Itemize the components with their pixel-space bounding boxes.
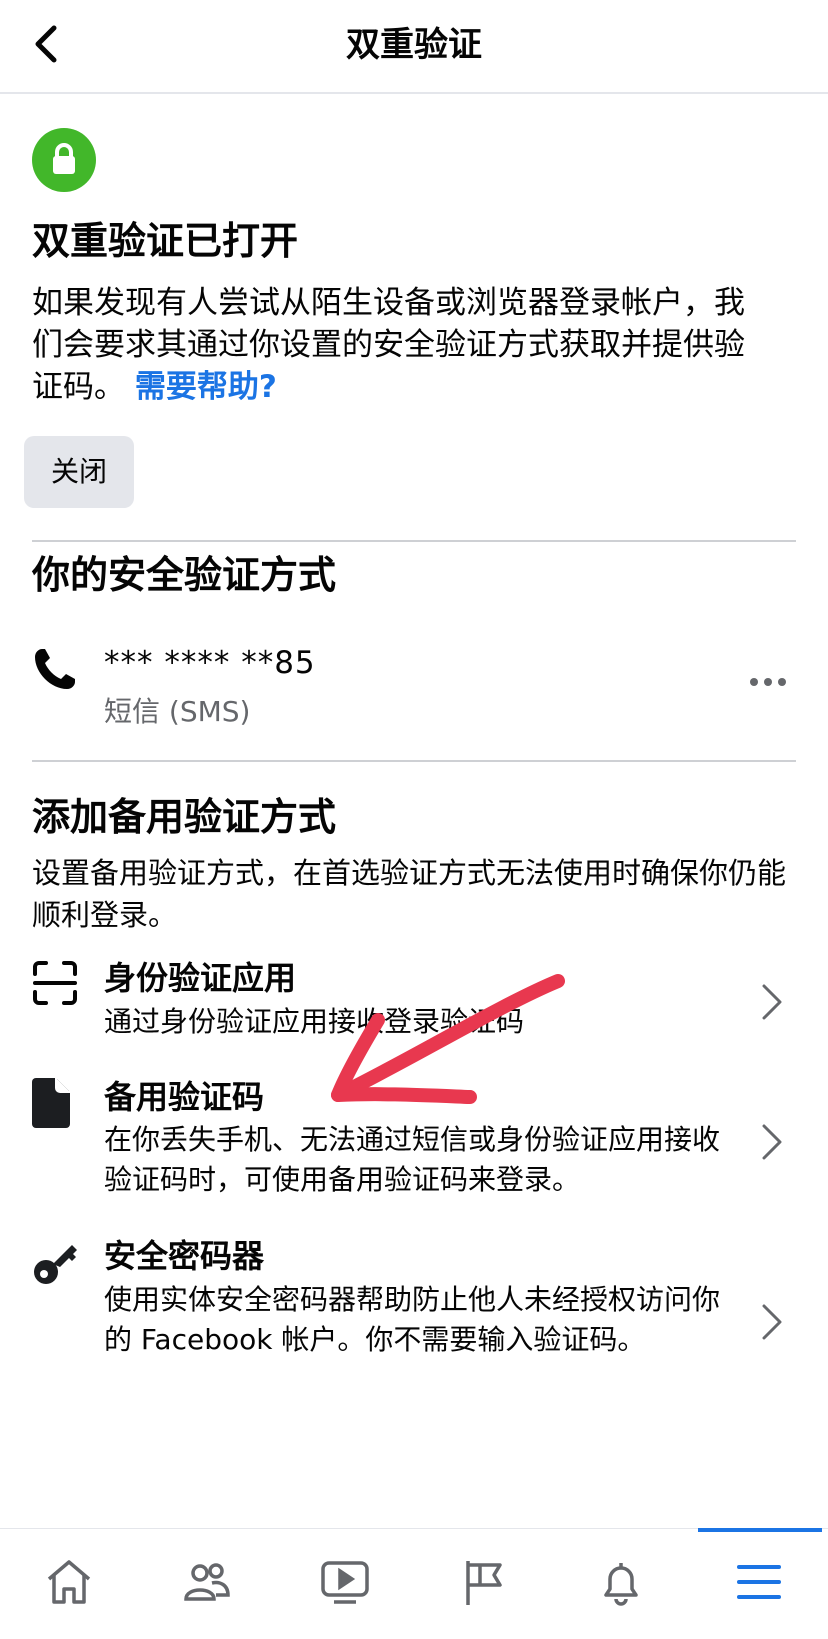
backup-heading: 添加备用验证方式: [32, 795, 337, 839]
option-title: 身份验证应用: [104, 959, 297, 997]
phone-icon: [32, 646, 78, 696]
chevron-right-icon: [762, 1304, 782, 1340]
lock-icon: [53, 143, 75, 174]
help-link[interactable]: 需要帮助?: [135, 369, 277, 405]
divider: [32, 540, 796, 542]
tab-pages[interactable]: [414, 1529, 552, 1639]
tab-home[interactable]: [0, 1529, 138, 1639]
status-heading: 双重验证已打开: [32, 219, 299, 263]
tab-friends[interactable]: [138, 1529, 276, 1639]
active-tab-indicator: [698, 1528, 822, 1532]
more-dots-icon: [750, 678, 786, 686]
tab-notifications[interactable]: [552, 1529, 690, 1639]
notifications-bell-icon: [604, 1563, 638, 1606]
divider: [32, 760, 796, 762]
top-bar: 双重验证: [0, 0, 828, 94]
lock-badge: [32, 128, 96, 192]
document-icon: [32, 1078, 72, 1132]
bottom-tab-bar: [0, 1528, 828, 1639]
phone-number: *** **** **85: [104, 645, 316, 681]
more-options-button[interactable]: [748, 672, 788, 692]
option-title: 备用验证码: [104, 1078, 265, 1116]
annotation-arrow: [331, 974, 565, 1104]
tab-menu[interactable]: [690, 1529, 828, 1639]
chevron-right-icon: [762, 984, 782, 1020]
option-description: 使用实体安全密码器帮助防止他人未经授权访问你的 Facebook 帐户。你不需要…: [104, 1283, 721, 1356]
menu-icon: [737, 1565, 781, 1599]
qr-scan-icon: [32, 960, 78, 1010]
tab-video[interactable]: [276, 1529, 414, 1639]
methods-heading: 你的安全验证方式: [32, 553, 337, 597]
chevron-right-icon: [762, 1124, 782, 1160]
home-icon: [47, 1560, 91, 1604]
page-title: 双重验证: [346, 25, 482, 65]
video-icon: [321, 1561, 369, 1604]
friends-icon: [184, 1563, 230, 1601]
status-description: 如果发现有人尝试从陌生设备或浏览器登录帐户，我们会要求其通过你设置的安全验证方式…: [32, 282, 772, 408]
option-description: 在你丢失手机、无法通过短信或身份验证应用接收验证码时，可使用备用验证码来登录。: [104, 1123, 721, 1196]
pages-flag-icon: [466, 1561, 502, 1605]
backup-description: 设置备用验证方式，在首选验证方式无法使用时确保你仍能顺利登录。: [32, 856, 787, 932]
option-title: 安全密码器: [104, 1237, 265, 1275]
phone-method-type: 短信 (SMS): [104, 695, 251, 728]
key-icon: [32, 1240, 78, 1290]
close-button[interactable]: 关闭: [24, 436, 134, 508]
